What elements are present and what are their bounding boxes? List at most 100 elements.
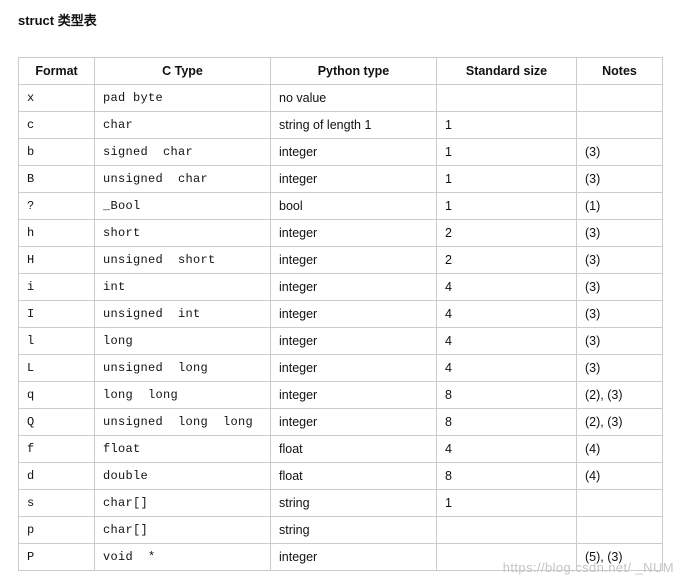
table-row: schar[]string1 — [19, 490, 663, 517]
cell-stdsize: 4 — [437, 436, 577, 463]
cell-format: Q — [19, 409, 95, 436]
cell-stdsize: 1 — [437, 193, 577, 220]
cell-notes — [577, 85, 663, 112]
col-notes: Notes — [577, 58, 663, 85]
cell-pytype: string — [271, 517, 437, 544]
cell-notes: (5), (3) — [577, 544, 663, 571]
table-row: Qunsigned long longinteger8(2), (3) — [19, 409, 663, 436]
table-row: bsigned charinteger1(3) — [19, 139, 663, 166]
cell-pytype: float — [271, 463, 437, 490]
cell-ctype: long — [95, 328, 271, 355]
cell-ctype: char[] — [95, 490, 271, 517]
table-row: ccharstring of length 11 — [19, 112, 663, 139]
table-row: pchar[]string — [19, 517, 663, 544]
cell-stdsize: 1 — [437, 112, 577, 139]
cell-pytype: integer — [271, 301, 437, 328]
cell-pytype: float — [271, 436, 437, 463]
cell-pytype: bool — [271, 193, 437, 220]
cell-format: H — [19, 247, 95, 274]
cell-notes: (3) — [577, 247, 663, 274]
cell-notes: (3) — [577, 274, 663, 301]
cell-notes: (3) — [577, 301, 663, 328]
cell-ctype: signed char — [95, 139, 271, 166]
cell-notes: (4) — [577, 436, 663, 463]
cell-notes: (3) — [577, 220, 663, 247]
cell-format: s — [19, 490, 95, 517]
cell-notes: (3) — [577, 328, 663, 355]
cell-ctype: long long — [95, 382, 271, 409]
col-stdsize: Standard size — [437, 58, 577, 85]
cell-pytype: string of length 1 — [271, 112, 437, 139]
table-header-row: Format C Type Python type Standard size … — [19, 58, 663, 85]
cell-pytype: string — [271, 490, 437, 517]
table-row: Pvoid *integer(5), (3) — [19, 544, 663, 571]
table-row: iintinteger4(3) — [19, 274, 663, 301]
cell-stdsize: 4 — [437, 274, 577, 301]
cell-format: L — [19, 355, 95, 382]
col-ctype: C Type — [95, 58, 271, 85]
cell-stdsize: 8 — [437, 409, 577, 436]
cell-ctype: float — [95, 436, 271, 463]
cell-pytype: integer — [271, 139, 437, 166]
cell-stdsize: 1 — [437, 490, 577, 517]
cell-format: i — [19, 274, 95, 301]
table-row: hshortinteger2(3) — [19, 220, 663, 247]
cell-ctype: _Bool — [95, 193, 271, 220]
cell-notes: (4) — [577, 463, 663, 490]
cell-pytype: integer — [271, 382, 437, 409]
cell-format: p — [19, 517, 95, 544]
cell-ctype: unsigned char — [95, 166, 271, 193]
cell-pytype: integer — [271, 247, 437, 274]
cell-format: ? — [19, 193, 95, 220]
page-title: struct 类型表 — [18, 10, 662, 29]
cell-stdsize: 4 — [437, 301, 577, 328]
cell-format: h — [19, 220, 95, 247]
table-row: ddoublefloat8(4) — [19, 463, 663, 490]
cell-ctype: pad byte — [95, 85, 271, 112]
cell-notes: (3) — [577, 355, 663, 382]
cell-notes: (2), (3) — [577, 409, 663, 436]
cell-notes: (3) — [577, 166, 663, 193]
cell-pytype: integer — [271, 544, 437, 571]
table-row: Bunsigned charinteger1(3) — [19, 166, 663, 193]
cell-notes: (1) — [577, 193, 663, 220]
cell-stdsize — [437, 544, 577, 571]
cell-notes — [577, 112, 663, 139]
cell-pytype: integer — [271, 274, 437, 301]
cell-format: q — [19, 382, 95, 409]
cell-notes — [577, 517, 663, 544]
table-row: Lunsigned longinteger4(3) — [19, 355, 663, 382]
cell-ctype: char[] — [95, 517, 271, 544]
cell-format: x — [19, 85, 95, 112]
cell-notes: (3) — [577, 139, 663, 166]
cell-stdsize: 8 — [437, 382, 577, 409]
cell-format: b — [19, 139, 95, 166]
table-row: ffloatfloat4(4) — [19, 436, 663, 463]
cell-pytype: integer — [271, 328, 437, 355]
col-pytype: Python type — [271, 58, 437, 85]
table-row: ?_Boolbool1(1) — [19, 193, 663, 220]
cell-pytype: integer — [271, 166, 437, 193]
table-row: xpad byteno value — [19, 85, 663, 112]
cell-ctype: short — [95, 220, 271, 247]
cell-pytype: no value — [271, 85, 437, 112]
cell-ctype: char — [95, 112, 271, 139]
cell-notes: (2), (3) — [577, 382, 663, 409]
table-row: qlong longinteger8(2), (3) — [19, 382, 663, 409]
cell-pytype: integer — [271, 355, 437, 382]
cell-stdsize: 1 — [437, 139, 577, 166]
cell-stdsize: 1 — [437, 166, 577, 193]
cell-notes — [577, 490, 663, 517]
cell-stdsize: 8 — [437, 463, 577, 490]
cell-stdsize: 2 — [437, 247, 577, 274]
table-row: Iunsigned intinteger4(3) — [19, 301, 663, 328]
cell-format: f — [19, 436, 95, 463]
cell-ctype: unsigned short — [95, 247, 271, 274]
cell-ctype: unsigned long — [95, 355, 271, 382]
cell-format: l — [19, 328, 95, 355]
cell-format: c — [19, 112, 95, 139]
cell-ctype: double — [95, 463, 271, 490]
cell-stdsize: 4 — [437, 355, 577, 382]
cell-format: B — [19, 166, 95, 193]
cell-ctype: unsigned int — [95, 301, 271, 328]
